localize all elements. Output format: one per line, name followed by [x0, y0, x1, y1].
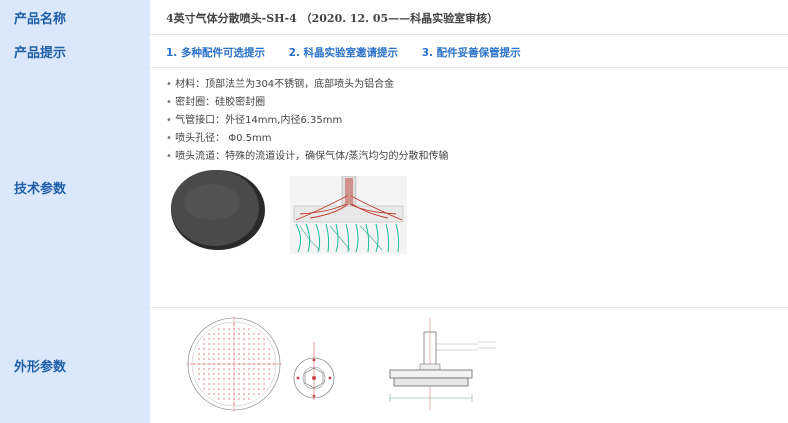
label-shape-params: 外形参数	[0, 308, 150, 423]
value-shape-params	[150, 308, 788, 423]
tip-link-invitation[interactable]: 2. 科晶实验室邀请提示	[289, 47, 398, 59]
spec-list: 材料：顶部法兰为304不锈钢，底部喷头为铝合金 密封圈：硅胶密封圈 气管接口：外…	[166, 76, 448, 166]
tip-link-storage[interactable]: 3. 配件妥善保管提示	[422, 47, 521, 59]
spec-item: 材料：顶部法兰为304不锈钢，底部喷头为铝合金	[166, 76, 448, 94]
spec-item: 密封圈：硅胶密封圈	[166, 94, 448, 112]
label-tech-params: 技术参数	[0, 68, 150, 307]
tips-list: 1. 多种配件可选提示 2. 科晶实验室邀请提示 3. 配件妥善保管提示	[166, 45, 541, 60]
value-tech-params: 材料：顶部法兰为304不锈钢，底部喷头为铝合金 密封圈：硅胶密封圈 气管接口：外…	[150, 68, 788, 307]
label-product-name: 产品名称	[0, 0, 150, 34]
spec-item: 喷头流道：特殊的流道设计，确保气体/蒸汽均匀的分散和传输	[166, 148, 448, 166]
spec-item: 气管接口：外径14mm,内径6.35mm	[166, 112, 448, 130]
hole-pattern-drawing	[186, 316, 282, 412]
label-product-tips: 产品提示	[0, 35, 150, 67]
value-product-name: 4英寸气体分散喷头-SH-4 （2020. 12. 05——科晶实验室审核）	[150, 0, 788, 34]
product-name-text: 4英寸气体分散喷头-SH-4 （2020. 12. 05——科晶实验室审核）	[166, 12, 499, 25]
spec-item: 喷头孔径： Φ0.5mm	[166, 130, 448, 148]
value-product-tips: 1. 多种配件可选提示 2. 科晶实验室邀请提示 3. 配件妥善保管提示	[150, 35, 788, 67]
row-tech-params: 技术参数 材料：顶部法兰为304不锈钢，底部喷头为铝合金 密封圈：硅胶密封圈 气…	[0, 68, 788, 308]
row-product-name: 产品名称 4英寸气体分散喷头-SH-4 （2020. 12. 05——科晶实验室…	[0, 0, 788, 35]
row-shape-params: 外形参数	[0, 308, 788, 423]
flange-drawing	[293, 342, 335, 400]
showerhead-disc-photo	[171, 170, 265, 250]
cross-section-drawing	[389, 318, 496, 410]
flow-simulation-image	[290, 176, 407, 254]
tip-link-accessories[interactable]: 1. 多种配件可选提示	[166, 47, 265, 59]
row-product-tips: 产品提示 1. 多种配件可选提示 2. 科晶实验室邀请提示 3. 配件妥善保管提…	[0, 35, 788, 68]
